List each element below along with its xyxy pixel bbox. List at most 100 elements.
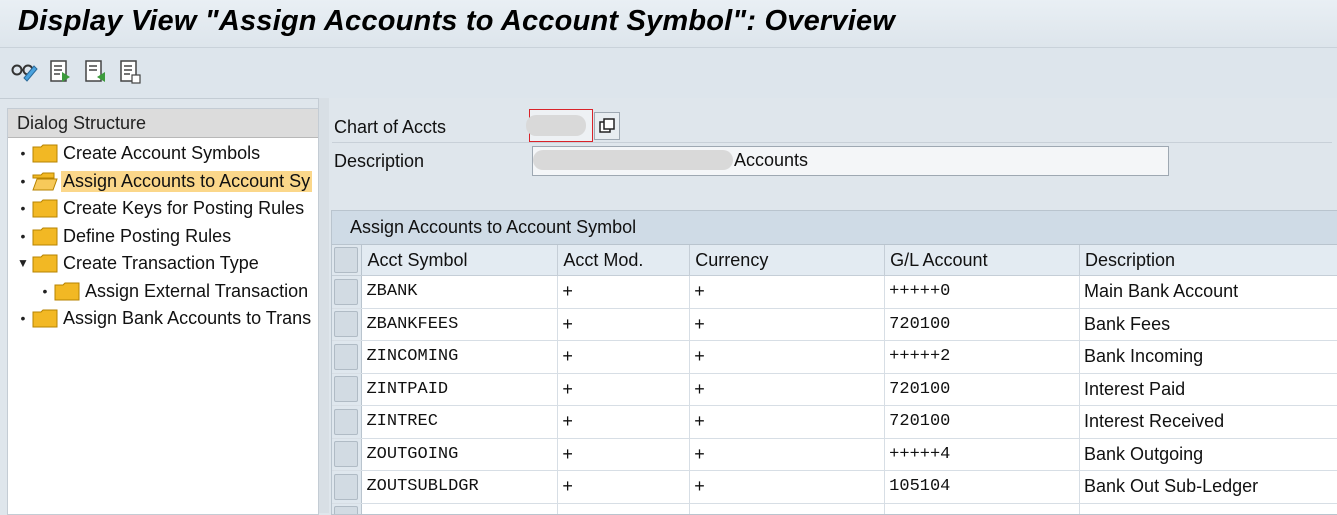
tree-item-assign-external-transaction[interactable]: • Assign External Transaction: [36, 278, 310, 304]
acct-symbol-cell: ZINTPAID: [361, 373, 559, 406]
row-select-button[interactable]: [334, 376, 358, 403]
tree-item-create-transaction-type[interactable]: ▼ Create Transaction Type: [14, 250, 261, 276]
row-select-button[interactable]: [334, 343, 358, 370]
table-row[interactable]: ZINTREC + + 720100 Interest Received: [332, 405, 1337, 439]
row-select-button[interactable]: [334, 311, 358, 338]
gl-account-cell: 720100: [884, 308, 1081, 341]
value-help-icon[interactable]: [594, 112, 620, 140]
acct-mod-cell: +: [557, 438, 691, 471]
row-selector[interactable]: [332, 470, 363, 504]
acct-symbol-cell: ZOUTGOING: [361, 438, 559, 471]
glasses-icon[interactable]: [10, 58, 38, 86]
column-header-acct-mod[interactable]: Acct Mod.: [557, 245, 691, 276]
document-icon[interactable]: [116, 58, 144, 86]
acct-mod-cell: +: [557, 275, 691, 309]
currency-cell: +: [689, 275, 886, 309]
description-cell: Bank Incoming: [1079, 340, 1337, 374]
column-header-description[interactable]: Description: [1079, 245, 1337, 276]
currency-cell: +: [689, 340, 886, 374]
main-content: Chart of Accts Description Accounts Assi…: [329, 98, 1337, 515]
accounts-grid: Acct Symbol Acct Mod. Currency G/L Accou…: [332, 245, 1337, 514]
tree-item-define-posting-rules[interactable]: • Define Posting Rules: [14, 223, 233, 249]
toolbar: [0, 48, 1337, 99]
page-title: Display View "Assign Accounts to Account…: [18, 5, 896, 37]
redacted-value: [526, 115, 586, 136]
description-cell: Main Bank Account: [1079, 275, 1337, 309]
open-folder-icon: [32, 172, 58, 191]
table-row[interactable]: ZINTPAID + + 720100 Interest Paid: [332, 373, 1337, 406]
table-row[interactable]: ZBANK + + +++++0 Main Bank Account: [332, 275, 1337, 309]
currency-cell: +: [689, 373, 886, 406]
tree-item-assign-accounts[interactable]: • Assign Accounts to Account Sy: [14, 168, 313, 194]
tree-item-label: Create Account Symbols: [63, 142, 261, 163]
folder-icon: [32, 199, 58, 218]
chart-of-accts-label: Chart of Accts: [334, 117, 447, 137]
title-bar: Display View "Assign Accounts to Account…: [0, 0, 1337, 48]
acct-symbol-cell: ZBANKFEES: [361, 308, 559, 341]
row-select-button[interactable]: [334, 278, 358, 305]
row-select-button[interactable]: [334, 473, 358, 500]
description-cell: Interest Received: [1079, 405, 1337, 439]
row-selector[interactable]: [332, 308, 363, 341]
tree-bullet: •: [20, 200, 26, 216]
prev-entry-icon[interactable]: [47, 58, 75, 86]
tree-bullet: •: [20, 173, 26, 189]
table-row[interactable]: ZINCOMING + + +++++2 Bank Incoming: [332, 340, 1337, 374]
tree-item-label: Create Keys for Posting Rules: [63, 197, 305, 218]
folder-icon: [32, 309, 58, 328]
acct-mod-cell: +: [557, 470, 691, 504]
acct-symbol-cell: ZBANK: [361, 275, 559, 309]
row-select-button[interactable]: [334, 441, 358, 468]
column-header-currency[interactable]: Currency: [689, 245, 886, 276]
table-row[interactable]: ZBANKFEES + + 720100 Bank Fees: [332, 308, 1337, 341]
tree-item-label: Assign External Transaction: [85, 280, 309, 301]
row-selector[interactable]: [332, 405, 363, 439]
gl-account-cell: 720100: [884, 373, 1081, 406]
row-select-button[interactable]: [334, 408, 358, 435]
table-row[interactable]: ZOUTSUBLDGR + + 105104 Bank Out Sub-Ledg…: [332, 470, 1337, 504]
dialog-structure-panel: Dialog Structure • Create Account Symbol…: [7, 108, 319, 515]
row-selector[interactable]: [332, 340, 363, 374]
tree-item-assign-bank-accounts[interactable]: • Assign Bank Accounts to Trans: [14, 305, 313, 331]
select-all-cell[interactable]: [332, 245, 363, 276]
row-selector[interactable]: [332, 503, 363, 514]
gl-account-cell: 105104: [884, 470, 1081, 504]
tree-bullet: •: [20, 310, 26, 326]
column-header-gl-account[interactable]: G/L Account: [884, 245, 1081, 276]
tree-bullet: •: [20, 228, 26, 244]
chart-of-accts-field[interactable]: [526, 109, 593, 142]
tree-item-create-keys[interactable]: • Create Keys for Posting Rules: [14, 195, 306, 221]
table-header-row: Acct Symbol Acct Mod. Currency G/L Accou…: [332, 245, 1337, 276]
tree-item-label: Create Transaction Type: [63, 252, 259, 273]
header-divider: [332, 142, 1332, 143]
description-value: Accounts: [734, 150, 809, 170]
acct-symbol-cell: ZINCOMING: [361, 340, 559, 374]
row-selector[interactable]: [332, 373, 363, 406]
row-select-button[interactable]: [334, 506, 358, 514]
expand-triangle-icon[interactable]: ▼: [14, 256, 32, 270]
row-selector[interactable]: [332, 438, 363, 471]
tree-item-label: Assign Bank Accounts to Trans: [63, 307, 312, 328]
folder-icon: [54, 282, 80, 301]
currency-cell: +: [689, 438, 886, 471]
folder-icon: [32, 144, 58, 163]
row-selector[interactable]: [332, 275, 363, 309]
table-row-empty[interactable]: [332, 503, 1337, 514]
description-cell: Bank Outgoing: [1079, 438, 1337, 471]
tree-item-label: Define Posting Rules: [63, 225, 232, 246]
column-header-acct-symbol[interactable]: Acct Symbol: [361, 245, 559, 276]
folder-icon: [32, 254, 58, 273]
panel-splitter[interactable]: [318, 98, 329, 513]
gl-account-cell: +++++0: [884, 275, 1081, 309]
gl-account-cell: +++++2: [884, 340, 1081, 374]
description-label: Description: [334, 151, 425, 171]
tree-bullet: •: [42, 283, 48, 299]
acct-mod-cell: +: [557, 308, 691, 341]
acct-symbol-cell: ZOUTSUBLDGR: [361, 470, 559, 504]
select-all-button[interactable]: [334, 247, 358, 273]
gl-account-cell: +++++4: [884, 438, 1081, 471]
tree-item-create-account-symbols[interactable]: • Create Account Symbols: [14, 140, 262, 166]
table-title: Assign Accounts to Account Symbol: [332, 211, 1337, 245]
next-entry-icon[interactable]: [82, 58, 110, 86]
table-row[interactable]: ZOUTGOING + + +++++4 Bank Outgoing: [332, 438, 1337, 471]
